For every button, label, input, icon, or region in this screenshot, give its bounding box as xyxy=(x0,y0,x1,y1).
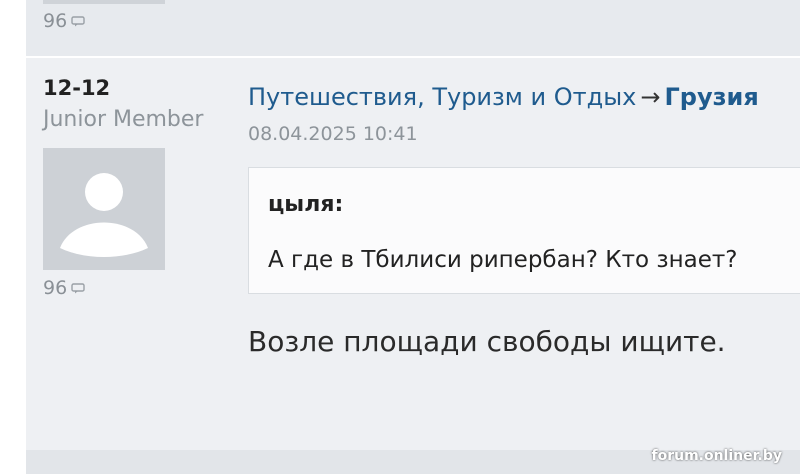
author-username[interactable]: 12-12 xyxy=(43,76,110,100)
comment-icon xyxy=(71,15,85,26)
forum-post: 12-12 Junior Member 96 Путешествия, Тури… xyxy=(26,58,800,450)
author-reply-count-value: 96 xyxy=(43,277,68,299)
quote-text: А где в Тбилиси рипербан? Кто знает? xyxy=(268,247,738,273)
quote-block: цыля: А где в Тбилиси рипербан? Кто знае… xyxy=(248,167,800,294)
breadcrumb-topic-link[interactable]: Грузия xyxy=(664,83,758,111)
post-message: Возле площади свободы ищите. xyxy=(248,325,726,358)
quote-author: цыля: xyxy=(268,192,344,217)
breadcrumb-separator: → xyxy=(640,83,661,111)
previous-post-reply-count-value: 96 xyxy=(43,10,68,32)
breadcrumb-section-link[interactable]: Путешествия, Туризм и Отдых xyxy=(248,83,636,111)
comment-icon xyxy=(71,282,85,293)
previous-post-reply-count: 96 xyxy=(43,10,85,32)
author-reply-count: 96 xyxy=(43,277,85,299)
author-role: Junior Member xyxy=(43,107,204,132)
previous-post-avatar[interactable] xyxy=(43,0,165,4)
default-avatar-icon xyxy=(60,173,148,257)
avatar[interactable] xyxy=(43,148,165,270)
forum-page: 96 12-12 Junior Member 96 Путешествия, Т… xyxy=(26,0,800,474)
watermark: forum.onliner.by xyxy=(651,448,782,464)
post-timestamp[interactable]: 08.04.2025 10:41 xyxy=(248,123,418,145)
breadcrumb: Путешествия, Туризм и Отдых → Грузия xyxy=(248,83,759,111)
